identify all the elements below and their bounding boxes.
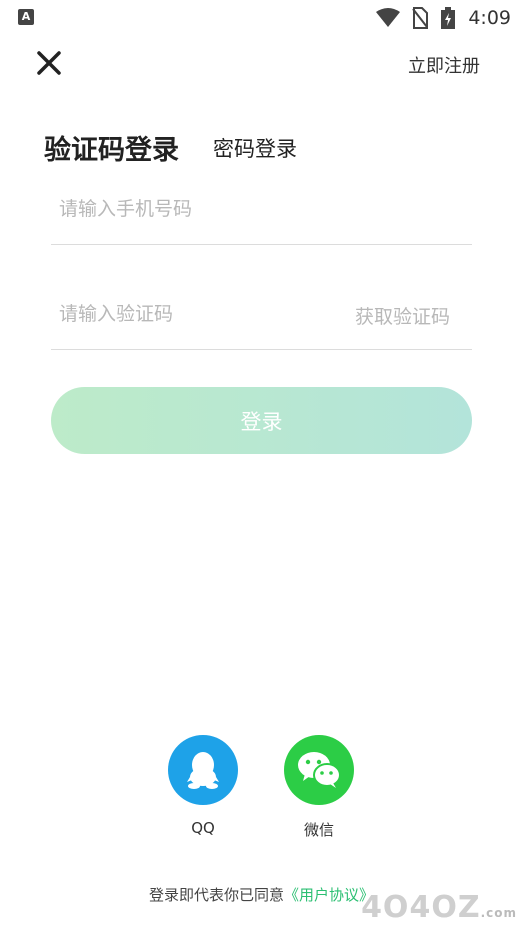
status-icons: 4:09 — [376, 4, 511, 32]
get-code-button[interactable]: 获取验证码 — [355, 302, 450, 329]
watermark-suffix: .com — [480, 906, 517, 920]
wechat-button[interactable] — [284, 735, 354, 805]
status-bar: A 4:09 — [0, 0, 523, 36]
app-notification-icon: A — [18, 9, 34, 25]
no-sim-icon — [412, 7, 429, 29]
wechat-icon — [298, 752, 341, 788]
agreement-prefix: 登录即代表你已同意 — [148, 886, 284, 904]
wechat-login[interactable]: 微信 — [284, 735, 354, 840]
register-link[interactable]: 立即注册 — [408, 52, 480, 78]
phone-field — [51, 191, 472, 245]
wifi-icon — [376, 8, 401, 27]
battery-charging-icon — [441, 7, 456, 29]
watermark-logo: 4O4OZ.com — [361, 890, 517, 925]
code-field: 获取验证码 — [51, 296, 472, 350]
code-input[interactable] — [59, 296, 329, 332]
qq-button[interactable] — [168, 735, 238, 805]
phone-input[interactable] — [59, 191, 329, 227]
tab-password-login[interactable]: 密码登录 — [213, 133, 297, 163]
wechat-label: 微信 — [303, 821, 334, 839]
watermark-text: 4O4OZ — [361, 890, 481, 925]
qq-label: QQ — [191, 819, 215, 837]
close-icon[interactable] — [32, 46, 66, 80]
qq-icon — [187, 752, 219, 789]
tab-sms-login[interactable]: 验证码登录 — [44, 128, 179, 167]
clock: 4:09 — [468, 7, 511, 29]
qq-login[interactable]: QQ — [168, 735, 238, 837]
login-button[interactable]: 登录 — [51, 387, 472, 454]
